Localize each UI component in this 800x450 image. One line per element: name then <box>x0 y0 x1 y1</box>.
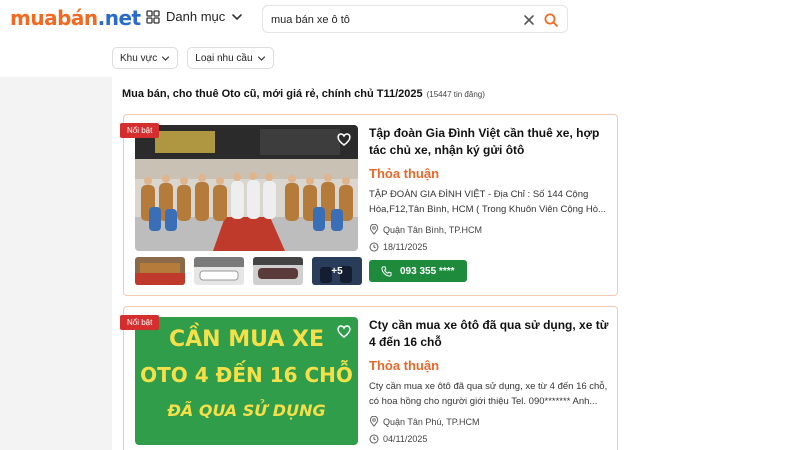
category-menu-button[interactable]: Danh mục <box>146 9 243 24</box>
top-header: muabán.net Danh mục <box>0 0 800 40</box>
listing-price: Thỏa thuận <box>369 358 440 373</box>
site-logo[interactable]: muabán.net <box>10 6 141 30</box>
location-text: Quận Tân Bình, TP.HCM <box>383 224 483 235</box>
thumbnail[interactable] <box>253 257 303 285</box>
page-title: Mua bán, cho thuê Oto cũ, mới giá rẻ, ch… <box>122 88 485 100</box>
chevron-down-icon <box>257 55 265 61</box>
listing-date: 04/11/2025 <box>369 434 614 444</box>
thumbnail[interactable] <box>194 257 244 285</box>
thumbnail-more[interactable]: +5 <box>312 257 362 285</box>
filter-region[interactable]: Khu vực <box>112 47 179 69</box>
banner-line-1: CẦN MUA XE <box>169 327 324 352</box>
listing-date: 18/11/2025 <box>369 242 614 252</box>
filter-bar: Khu vực Loại nhu cầu <box>112 47 274 69</box>
listing-info: Cty cần mua xe ôtô đã qua sử dụng, xe từ… <box>369 317 614 444</box>
date-text: 04/11/2025 <box>383 434 428 444</box>
chevron-down-icon <box>232 13 243 20</box>
location-pin-icon <box>369 416 379 427</box>
phone-icon <box>381 265 392 277</box>
search-box <box>262 5 568 33</box>
listing-location: Quận Tân Phú, TP.HCM <box>369 416 614 427</box>
banner-line-2: OTO 4 ĐẾN 16 CHỖ <box>140 363 353 387</box>
banner-line-3: ĐÃ QUA SỬ DỤNG <box>167 401 326 420</box>
filter-region-label: Khu vực <box>120 52 158 64</box>
date-text: 18/11/2025 <box>383 242 428 252</box>
search-input[interactable] <box>271 11 501 29</box>
search-icon[interactable] <box>543 12 559 28</box>
listing-price: Thỏa thuận <box>369 166 440 181</box>
filter-need-type-label: Loại nhu cầu <box>195 52 253 64</box>
category-label: Danh mục <box>166 9 226 24</box>
heart-icon[interactable] <box>336 131 352 147</box>
logo-tld: .net <box>97 6 141 30</box>
listing-location: Quận Tân Bình, TP.HCM <box>369 224 614 235</box>
left-side-panel <box>0 77 112 450</box>
thumbnail-strip: +5 <box>135 257 362 285</box>
listing-title[interactable]: Tập đoàn Gia Đình Việt cần thuê xe, hợp … <box>369 125 614 159</box>
filter-need-type[interactable]: Loại nhu cầu <box>187 47 274 69</box>
location-pin-icon <box>369 224 379 235</box>
listing-count: (15447 tin đăng) <box>426 90 485 99</box>
listing-description: TẬP ĐOÀN GIA ĐÌNH VIỆT - Địa Chỉ : Số 14… <box>369 189 606 215</box>
page-heading: Mua bán, cho thuê Oto cũ, mới giá rẻ, ch… <box>122 88 423 100</box>
chevron-down-icon <box>162 55 170 61</box>
listing-main-image[interactable] <box>135 125 358 251</box>
logo-brand: muabán <box>10 6 98 30</box>
listing-info: Tập đoàn Gia Đình Việt cần thuê xe, hợp … <box>369 125 614 282</box>
location-text: Quận Tân Phú, TP.HCM <box>383 416 480 427</box>
heart-icon[interactable] <box>336 323 352 339</box>
listing-card[interactable]: Nổi bật CẦN MUA XE OTO 4 ĐẾN 16 CHỖ ĐÃ Q… <box>120 306 618 450</box>
listing-description: Cty cần mua xe ôtô đã qua sử dụng, xe từ… <box>369 381 608 407</box>
group-photo <box>135 125 358 251</box>
listing-card[interactable]: Nổi bật +5 Tập đoàn Gia Đình Việt cần th… <box>120 114 618 296</box>
listing-title[interactable]: Cty cần mua xe ôtô đã qua sử dụng, xe từ… <box>369 317 614 351</box>
featured-badge: Nổi bật <box>120 315 160 330</box>
clock-icon <box>369 434 379 444</box>
grid-icon <box>146 9 160 24</box>
listing-main-image[interactable]: CẦN MUA XE OTO 4 ĐẾN 16 CHỖ ĐÃ QUA SỬ DỤ… <box>135 317 358 445</box>
phone-number: 093 355 **** <box>400 265 455 277</box>
clear-search-icon[interactable] <box>521 12 537 28</box>
call-button[interactable]: 093 355 **** <box>369 260 467 282</box>
clock-icon <box>369 242 379 252</box>
more-photos-count: +5 <box>312 257 362 285</box>
featured-badge: Nổi bật <box>120 123 160 138</box>
thumbnail[interactable] <box>135 257 185 285</box>
